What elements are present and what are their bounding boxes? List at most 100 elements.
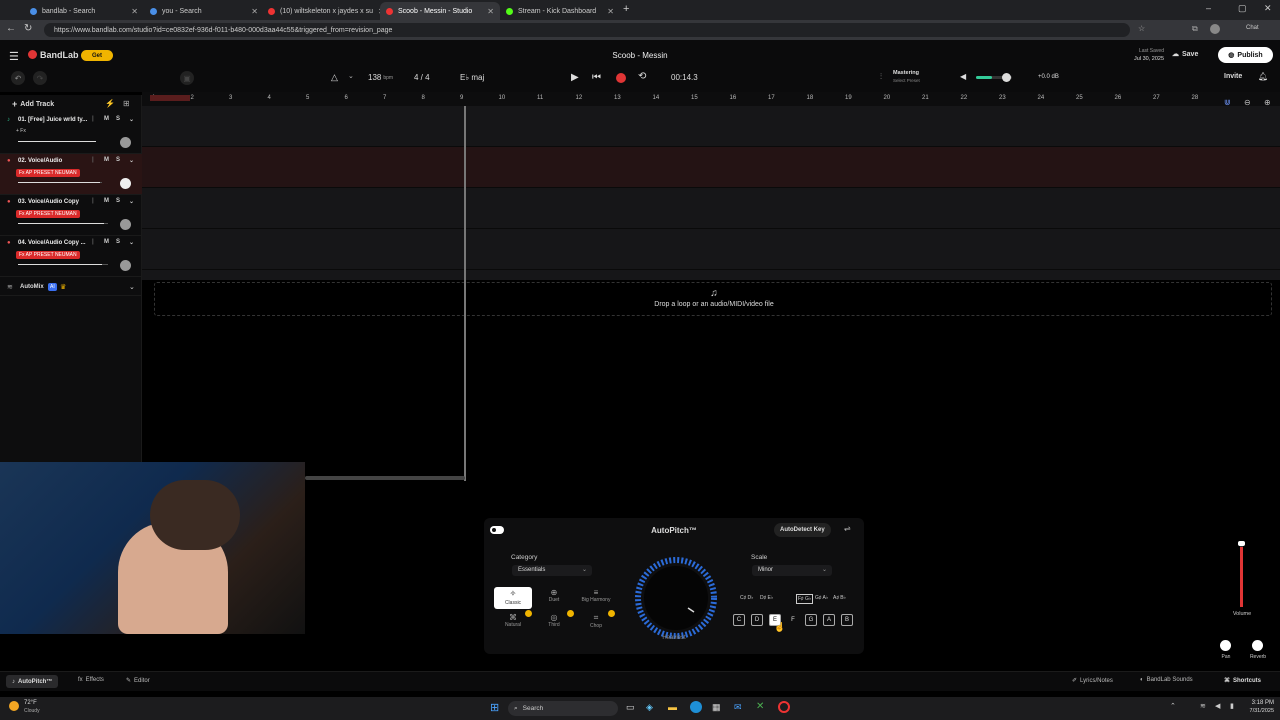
close-icon[interactable]: ✕: [131, 7, 138, 16]
style-natural[interactable]: ⌘ Natural: [494, 613, 532, 628]
ruler-bar-number[interactable]: 20: [884, 95, 891, 101]
time-signature[interactable]: 4 / 4: [414, 73, 430, 82]
pan-knob[interactable]: [120, 219, 131, 230]
loop-icon[interactable]: ⟲: [638, 71, 646, 82]
ruler-bar-number[interactable]: 7: [383, 95, 386, 101]
mute-button[interactable]: M: [104, 198, 109, 204]
pan-knob[interactable]: [1220, 640, 1231, 651]
chevron-down-icon[interactable]: ⌄: [129, 157, 134, 164]
track-lane[interactable]: [142, 229, 1280, 270]
clock-time[interactable]: 3:18 PM: [1244, 700, 1274, 706]
browser-tab-4[interactable]: Scoob - Messin - Studio ✕: [380, 2, 500, 20]
shortcuts-button[interactable]: ⌘ Shortcuts: [1224, 677, 1261, 685]
fx-preset-badge[interactable]: Fx AP PRESET NEUMAN: [16, 251, 80, 259]
ruler-bar-number[interactable]: 9: [460, 95, 463, 101]
ruler-bar-number[interactable]: 6: [345, 95, 348, 101]
ruler-bar-number[interactable]: 21: [922, 95, 929, 101]
add-track-button[interactable]: + Add Track: [12, 99, 54, 109]
ruler-bar-number[interactable]: 17: [768, 95, 775, 101]
ruler-bar-number[interactable]: 22: [961, 95, 968, 101]
playhead[interactable]: [464, 106, 466, 481]
timeline-ruler[interactable]: 1234567891011121314151617181920212223242…: [142, 92, 1280, 106]
mute-button[interactable]: M: [104, 116, 109, 122]
track-row[interactable]: ♪ 01. [Free] Juice wrld ty... + Fx | M S…: [0, 113, 142, 154]
drop-zone[interactable]: ♫ Drop a loop or an audio/MIDI/video fil…: [154, 282, 1272, 316]
wifi-icon[interactable]: ≋: [1200, 702, 1206, 710]
chevron-down-icon[interactable]: ⌄: [129, 116, 134, 123]
track-volume-slider[interactable]: [18, 182, 102, 183]
chevron-down-icon[interactable]: ⌄: [129, 239, 134, 246]
file-explorer-icon[interactable]: ▬: [668, 702, 677, 712]
fx-preset-badge[interactable]: Fx AP PRESET NEUMAN: [16, 169, 80, 177]
bandlab-sounds-button[interactable]: ◐ BandLab Sounds: [1140, 677, 1193, 683]
browser-tab-1[interactable]: bandlab - Search ✕: [24, 2, 144, 20]
key-c[interactable]: C: [733, 614, 745, 626]
ruler-bar-number[interactable]: 19: [845, 95, 852, 101]
bookmark-star-icon[interactable]: ☆: [1138, 24, 1145, 33]
close-icon[interactable]: ✕: [487, 7, 494, 16]
scale-select[interactable]: Minor ⌄: [752, 565, 832, 576]
arrangement-grid[interactable]: [142, 106, 1280, 280]
key-c-sharp[interactable]: C♯ D♭: [740, 595, 753, 601]
horizontal-scrollbar[interactable]: [305, 476, 465, 480]
edge-icon[interactable]: [690, 701, 702, 713]
ruler-bar-number[interactable]: 23: [999, 95, 1006, 101]
chevron-down-icon[interactable]: ⌄: [348, 72, 354, 80]
style-classic[interactable]: ✧ Classic: [494, 587, 532, 609]
get-membership-button[interactable]: Get: [81, 50, 113, 61]
battery-icon[interactable]: ▮: [1230, 702, 1234, 710]
address-bar[interactable]: https://www.bandlab.com/studio?id=ce0832…: [44, 23, 1130, 37]
avatar[interactable]: [1210, 24, 1220, 34]
invite-button[interactable]: Invite: [1224, 73, 1242, 80]
key-a[interactable]: A: [823, 614, 835, 626]
metronome-icon[interactable]: △: [331, 72, 338, 83]
volume-fader-handle[interactable]: [1238, 541, 1245, 546]
ruler-bar-number[interactable]: 10: [499, 95, 506, 101]
style-third[interactable]: ◎ Third: [536, 613, 572, 628]
redo-icon[interactable]: ↷: [33, 71, 47, 85]
task-view-icon[interactable]: ▭: [626, 702, 635, 713]
key-f[interactable]: F: [787, 614, 799, 626]
pan-knob[interactable]: [120, 178, 131, 189]
key-b[interactable]: B: [841, 614, 853, 626]
undo-icon[interactable]: ↶: [11, 71, 25, 85]
browser-tab-3[interactable]: (10) wiltskeleton x jaydes x su✕: [262, 2, 382, 20]
key-g[interactable]: G: [805, 614, 817, 626]
track-lane[interactable]: [142, 106, 1280, 147]
weather-temp[interactable]: 72°F: [24, 700, 37, 706]
chevron-up-icon[interactable]: ⌃: [1170, 702, 1176, 710]
save-button[interactable]: ☁ Save: [1172, 50, 1198, 59]
ruler-bar-number[interactable]: 28: [1192, 95, 1199, 101]
taskbar-search[interactable]: ⌕ Search: [508, 701, 618, 716]
ruler-bar-number[interactable]: 27: [1153, 95, 1160, 101]
track-volume-slider[interactable]: [18, 264, 108, 265]
mail-icon[interactable]: ✉: [734, 702, 742, 713]
ruler-bar-number[interactable]: 18: [807, 95, 814, 101]
maximize-icon[interactable]: ▢: [1238, 3, 1247, 14]
autodetect-key-button[interactable]: AutoDetect Key: [774, 523, 831, 537]
ruler-bar-number[interactable]: 14: [653, 95, 660, 101]
track-lane[interactable]: [142, 147, 1280, 188]
solo-button[interactable]: S: [116, 198, 120, 204]
track-name[interactable]: 03. Voice/Audio Copy: [18, 199, 79, 205]
key-d[interactable]: D: [751, 614, 763, 626]
style-big-harmony[interactable]: ≡ Big Harmony: [576, 588, 616, 603]
track-volume-slider[interactable]: [18, 223, 108, 224]
style-duet[interactable]: ⊕ Duet: [536, 588, 572, 603]
track-settings-icon[interactable]: ⊞: [123, 99, 130, 108]
ruler-bar-number[interactable]: 24: [1038, 95, 1045, 101]
solo-button[interactable]: S: [116, 157, 120, 163]
ruler-bar-number[interactable]: 2: [191, 95, 194, 101]
record-icon[interactable]: [616, 73, 626, 83]
volume-fader-track[interactable]: [1238, 541, 1245, 607]
chevron-down-icon[interactable]: ⌄: [129, 283, 135, 291]
track-row[interactable]: ● 02. Voice/Audio Fx AP PRESET NEUMAN | …: [0, 154, 142, 195]
key-signature[interactable]: E♭ maj: [460, 73, 484, 82]
ruler-bar-number[interactable]: 12: [576, 95, 583, 101]
key-d-sharp[interactable]: D♯ E♭: [760, 595, 773, 601]
key-a-sharp[interactable]: A♯ B♭: [833, 595, 846, 601]
track-volume-slider[interactable]: [18, 141, 96, 142]
solo-button[interactable]: S: [116, 239, 120, 245]
reverb-knob[interactable]: [1252, 640, 1263, 651]
extensions-icon[interactable]: ⧉: [1192, 24, 1198, 34]
